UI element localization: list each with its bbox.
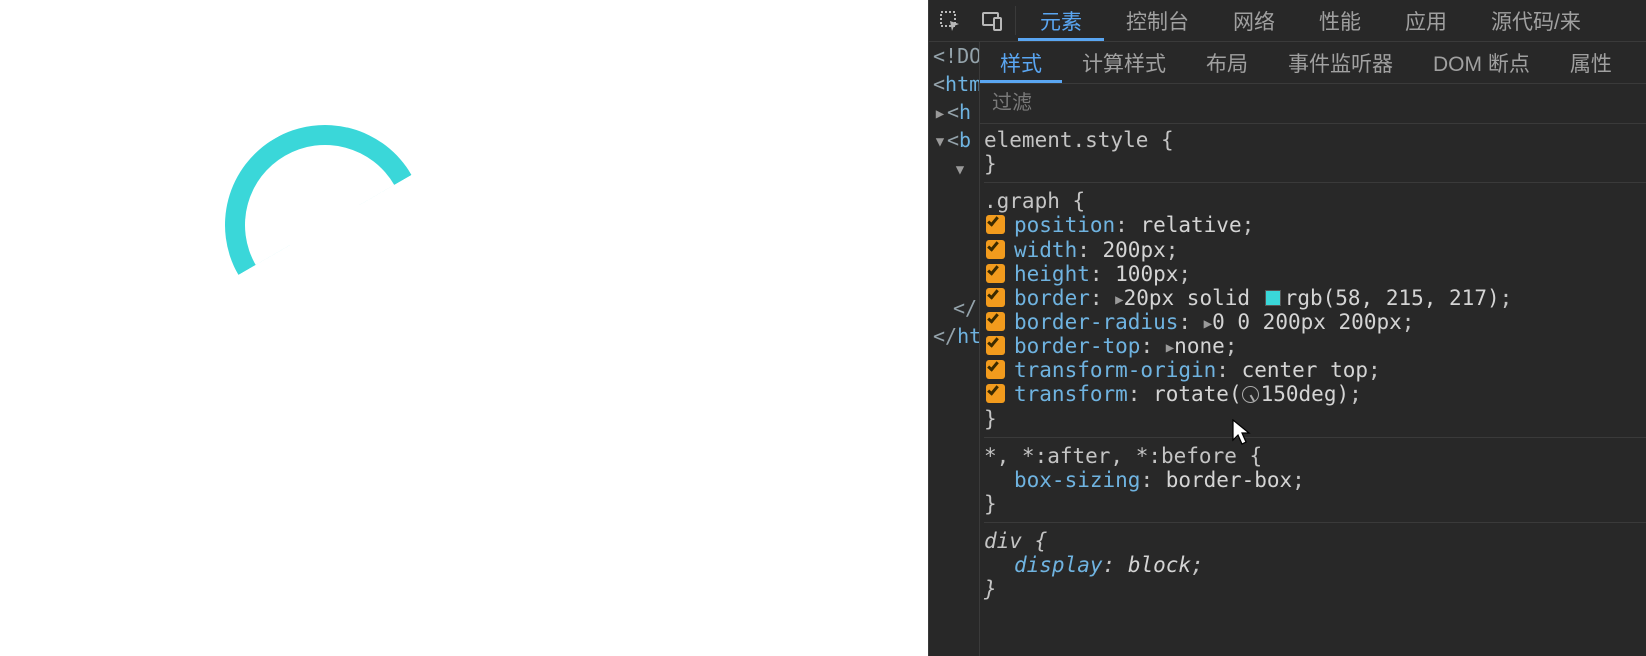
dom-tree[interactable]: <!DO <htm ▶<h ▼<b ▼ </ </ht	[929, 42, 979, 656]
rule-universal[interactable]: *, *:after, *:before { box-sizing: borde…	[984, 442, 1646, 523]
decl-border[interactable]: border: ▶ 20px solid rgb(58, 215, 217);	[984, 286, 1646, 310]
tab-performance[interactable]: 性能	[1297, 0, 1383, 41]
subtab-styles[interactable]: 样式	[980, 42, 1062, 83]
inspect-icon[interactable]	[929, 0, 971, 41]
rotate-icon[interactable]	[1242, 386, 1259, 403]
decl-width[interactable]: width: 200px;	[984, 238, 1646, 262]
tab-network[interactable]: 网络	[1211, 0, 1297, 41]
subtab-properties[interactable]: 属性	[1550, 42, 1632, 83]
decl-position[interactable]: position: relative;	[984, 213, 1646, 237]
dom-html-close[interactable]: </ht	[929, 322, 979, 350]
chevron-right-icon[interactable]: ▶	[1115, 292, 1123, 308]
device-toggle-icon[interactable]	[971, 0, 1013, 41]
subtab-listeners[interactable]: 事件监听器	[1268, 42, 1413, 83]
checkbox-icon[interactable]	[986, 215, 1005, 234]
checkbox-icon[interactable]	[986, 384, 1005, 403]
subtab-dom-breakpoints[interactable]: DOM 断点	[1413, 42, 1550, 83]
chevron-right-icon[interactable]: ▶	[1204, 316, 1212, 332]
subtab-layout[interactable]: 布局	[1186, 42, 1268, 83]
checkbox-icon[interactable]	[986, 240, 1005, 259]
decl-display[interactable]: display: block;	[984, 553, 1646, 577]
dom-head[interactable]: ▶<h	[929, 98, 979, 126]
subtab-computed[interactable]: 计算样式	[1062, 42, 1186, 83]
rendered-page	[0, 0, 928, 656]
dom-selected-arrow[interactable]: ▼	[949, 154, 979, 182]
dom-html-open[interactable]: <htm	[929, 70, 979, 98]
checkbox-icon[interactable]	[986, 312, 1005, 331]
devtools-toolbar: 元素 控制台 网络 性能 应用 源代码/来	[929, 0, 1646, 42]
decl-border-radius[interactable]: border-radius: ▶ 0 0 200px 200px;	[984, 310, 1646, 334]
dom-body[interactable]: ▼<b	[929, 126, 979, 154]
checkbox-icon[interactable]	[986, 336, 1005, 355]
tab-elements[interactable]: 元素	[1018, 0, 1104, 41]
styles-subtabs: 样式 计算样式 布局 事件监听器 DOM 断点 属性	[980, 42, 1646, 84]
styles-panel: 样式 计算样式 布局 事件监听器 DOM 断点 属性 element.style…	[979, 42, 1646, 656]
rule-element-style[interactable]: element.style { }	[984, 126, 1646, 183]
tab-application[interactable]: 应用	[1383, 0, 1469, 41]
css-rule-list: element.style { } .graph { position: rel…	[980, 124, 1646, 656]
decl-border-top[interactable]: border-top: ▶ none;	[984, 334, 1646, 358]
tab-console[interactable]: 控制台	[1104, 0, 1211, 41]
checkbox-icon[interactable]	[986, 264, 1005, 283]
color-swatch[interactable]	[1265, 290, 1281, 306]
tab-sources[interactable]: 源代码/来	[1469, 0, 1603, 41]
toolbar-separator	[1015, 6, 1016, 35]
checkbox-icon[interactable]	[986, 288, 1005, 307]
graph-element[interactable]	[188, 88, 411, 275]
styles-filter-input[interactable]	[990, 91, 1636, 116]
dom-close[interactable]: </	[949, 294, 979, 322]
checkbox-icon[interactable]	[986, 360, 1005, 379]
decl-transform[interactable]: transform: rotate(150deg);	[984, 382, 1646, 406]
rule-div-ua[interactable]: div { display: block; }	[984, 527, 1646, 607]
styles-filter-row	[980, 84, 1646, 124]
decl-box-sizing[interactable]: box-sizing: border-box;	[984, 468, 1646, 492]
decl-height[interactable]: height: 100px;	[984, 262, 1646, 286]
dom-doctype[interactable]: <!DO	[929, 42, 979, 70]
decl-transform-origin[interactable]: transform-origin: center top;	[984, 358, 1646, 382]
chevron-right-icon[interactable]: ▶	[1166, 340, 1174, 356]
devtools-panel: 元素 控制台 网络 性能 应用 源代码/来 <!DO <htm ▶<h ▼<b …	[928, 0, 1646, 656]
rule-graph[interactable]: .graph { position: relative; width: 200p…	[984, 187, 1646, 437]
